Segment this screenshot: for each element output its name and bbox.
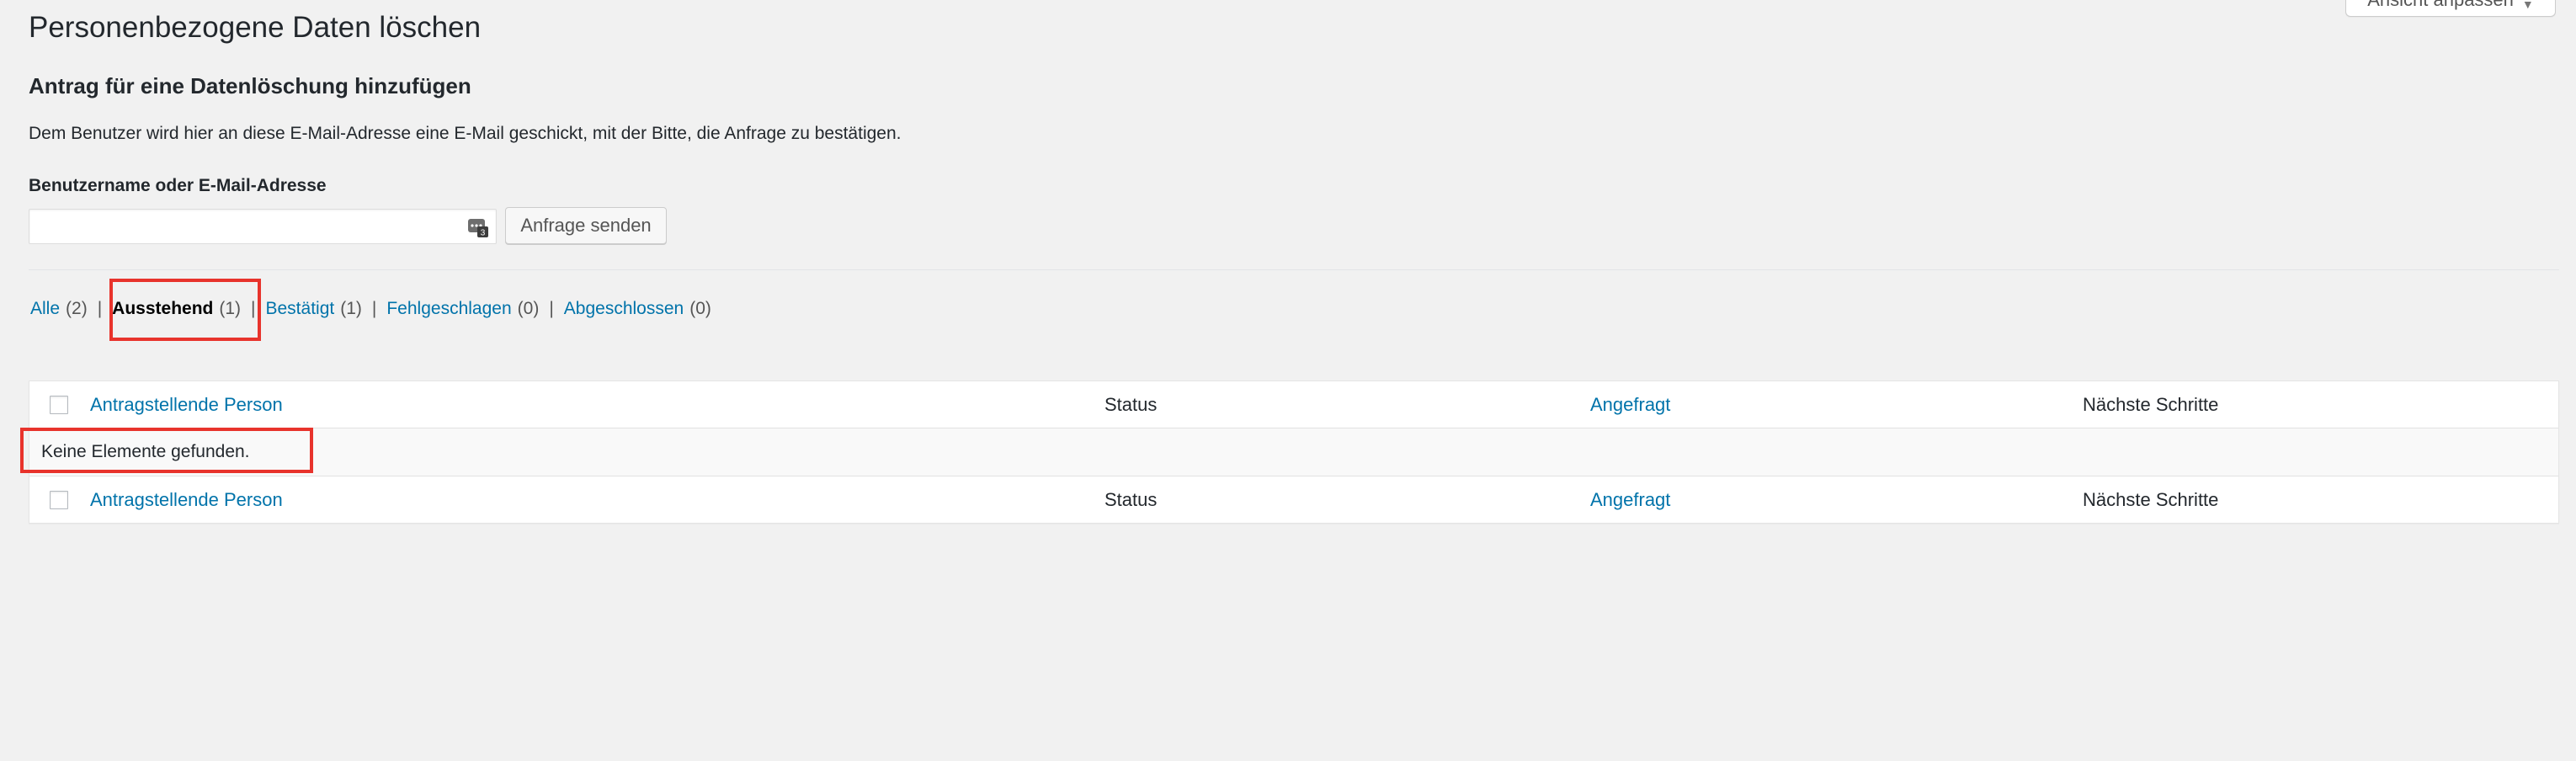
- column-header-requested[interactable]: Angefragt: [1590, 393, 1670, 417]
- column-footer-requester[interactable]: Antragstellende Person: [90, 488, 283, 512]
- chevron-down-icon: ▼: [2521, 0, 2534, 11]
- column-header-status: Status: [1104, 394, 1158, 415]
- filter-separator: |: [549, 299, 554, 318]
- filter-count-ausstehend: (1): [219, 299, 242, 318]
- column-header-requester[interactable]: Antragstellende Person: [90, 393, 283, 417]
- filter-link-fehlgeschlagen[interactable]: Fehlgeschlagen: [386, 296, 511, 322]
- select-all-checkbox-footer[interactable]: [50, 491, 68, 509]
- select-all-checkbox[interactable]: [50, 396, 68, 414]
- screen-options-label: Ansicht anpassen: [2367, 0, 2514, 11]
- username-email-input[interactable]: 3: [29, 209, 497, 244]
- page-title: Personenbezogene Daten löschen: [29, 11, 482, 44]
- filter-link-ausstehend[interactable]: Ausstehend: [112, 296, 213, 322]
- svg-text:3: 3: [481, 229, 486, 238]
- column-footer-requested[interactable]: Angefragt: [1590, 488, 1670, 512]
- table-footer-row: Antragstellende Person Status Angefragt …: [29, 476, 2558, 523]
- filter-count-fehlgeschlagen: (0): [517, 299, 540, 318]
- status-filter-links: Alle (2) | Ausstehend (1) | Bestätigt (1…: [30, 296, 711, 322]
- screen-options-button[interactable]: Ansicht anpassen ▼: [2345, 0, 2556, 17]
- table-header-row: Antragstellende Person Status Angefragt …: [29, 381, 2558, 428]
- filter-link-alle[interactable]: Alle: [30, 296, 60, 322]
- column-footer-next-steps: Nächste Schritte: [2083, 489, 2219, 510]
- no-items-message: Keine Elemente gefunden.: [41, 442, 250, 461]
- add-request-heading: Antrag für eine Datenlöschung hinzufügen: [29, 73, 471, 98]
- filter-separator: |: [97, 299, 103, 318]
- filter-separator: |: [371, 299, 377, 318]
- requests-table: Antragstellende Person Status Angefragt …: [29, 380, 2559, 524]
- username-email-label: Benutzername oder E-Mail-Adresse: [29, 176, 327, 195]
- filter-count-alle: (2): [66, 299, 88, 318]
- filter-count-bestaetigt: (1): [340, 299, 362, 318]
- filter-separator: |: [251, 299, 256, 318]
- column-footer-status: Status: [1104, 489, 1158, 510]
- column-header-next-steps: Nächste Schritte: [2083, 394, 2219, 415]
- table-row: Keine Elemente gefunden.: [29, 428, 2558, 476]
- send-request-button[interactable]: Anfrage senden: [505, 207, 667, 244]
- add-request-description: Dem Benutzer wird hier an diese E-Mail-A…: [29, 124, 902, 143]
- section-divider: [29, 269, 2559, 270]
- password-manager-icon[interactable]: 3: [467, 216, 489, 238]
- filter-link-bestaetigt[interactable]: Bestätigt: [266, 296, 335, 322]
- filter-link-abgeschlossen[interactable]: Abgeschlossen: [564, 296, 684, 322]
- filter-count-abgeschlossen: (0): [689, 299, 711, 318]
